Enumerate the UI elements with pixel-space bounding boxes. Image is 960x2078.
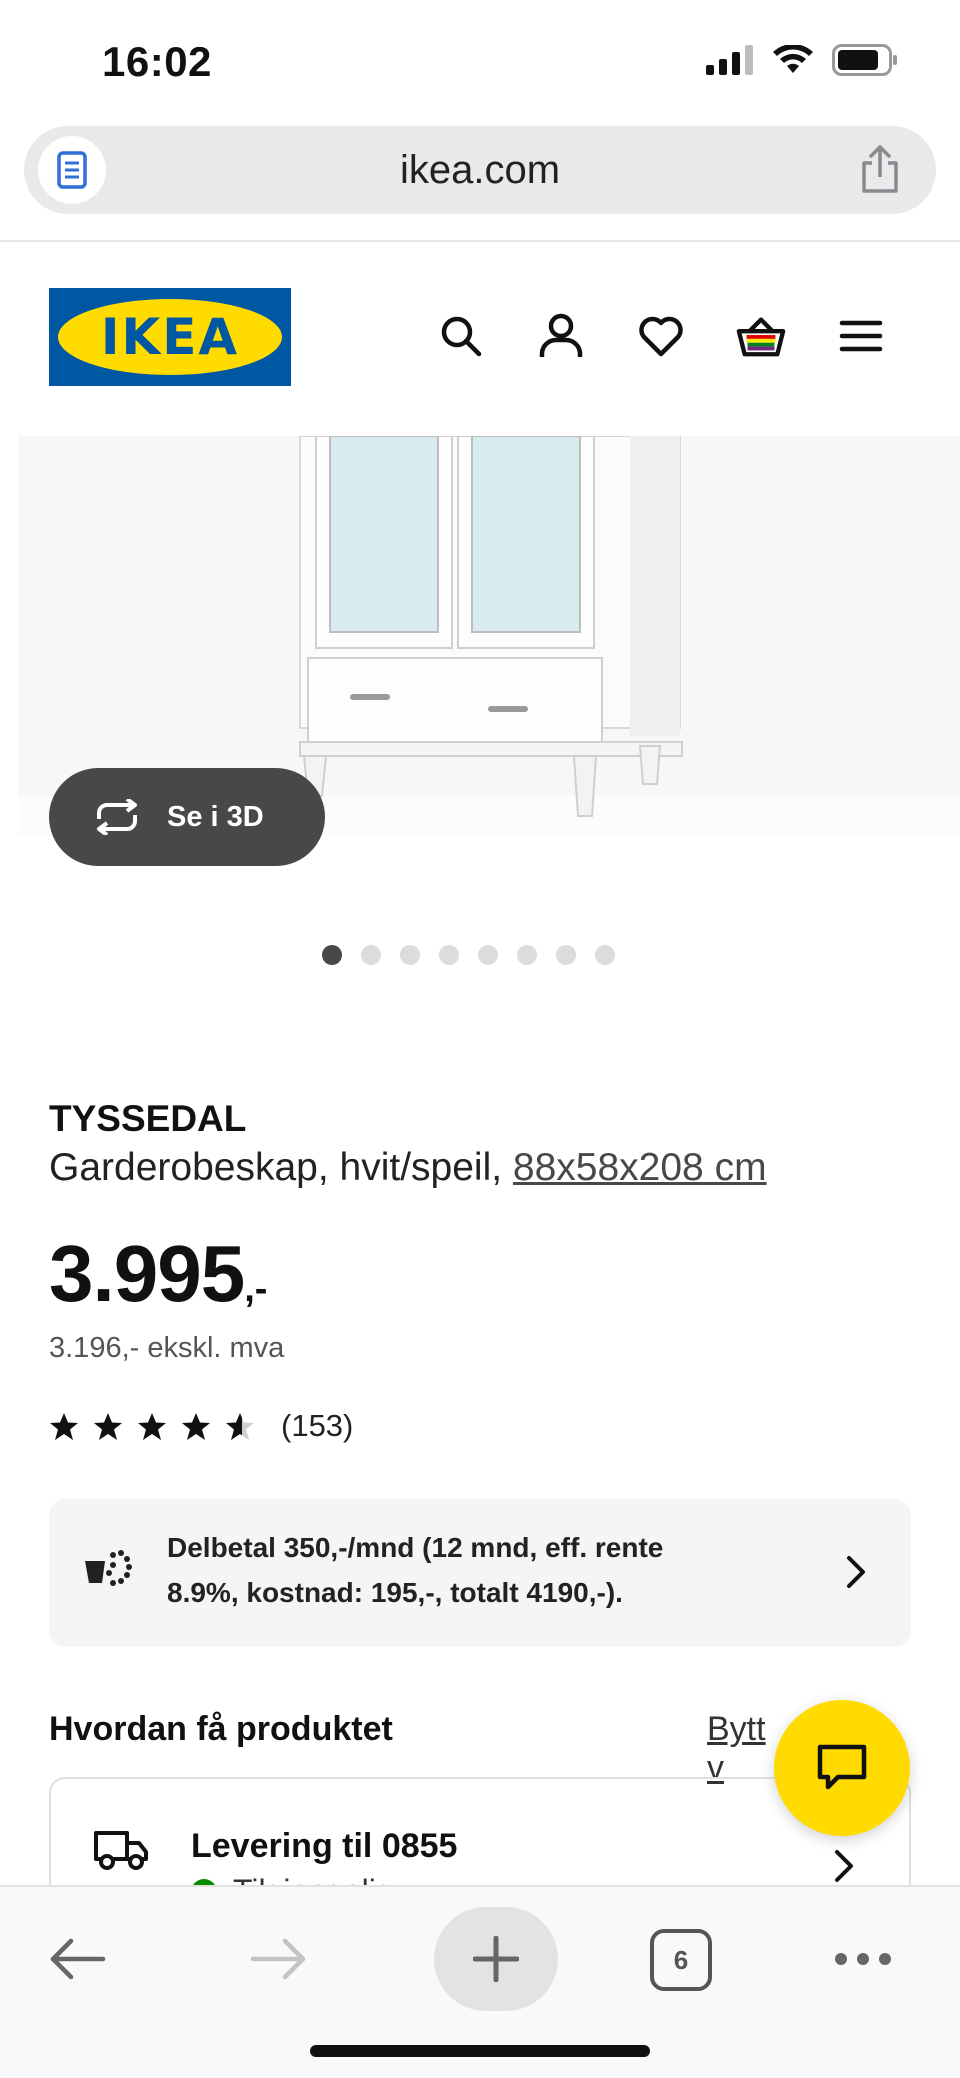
status-icons (706, 44, 898, 76)
product-dimensions-link[interactable]: 88x58x208 cm (513, 1146, 767, 1189)
view-3d-label: Se i 3D (167, 800, 264, 833)
home-indicator (310, 2045, 650, 2057)
star-icon (182, 1412, 210, 1440)
gallery-dot[interactable] (321, 945, 342, 965)
star-icon (138, 1412, 166, 1440)
account-button[interactable] (536, 306, 586, 366)
arrow-right-icon (250, 1938, 306, 1980)
rating-stars (49, 1412, 255, 1441)
gallery-dot[interactable] (438, 945, 459, 965)
price-suffix: ,- (244, 1268, 268, 1310)
more-icon (835, 1953, 891, 1965)
gallery-pagination (0, 945, 948, 965)
search-button[interactable] (436, 306, 486, 366)
favourites-button[interactable] (636, 306, 686, 366)
part-payment-banner[interactable]: Delbetal 350,-/mnd (12 mnd, eff. rente 8… (49, 1499, 911, 1647)
chevron-right-icon (847, 1556, 865, 1588)
price-ex-vat: 3.196,- ekskl. mva (49, 1332, 285, 1364)
menu-button[interactable] (836, 306, 886, 366)
status-bar: 16:02 (0, 0, 960, 120)
truck-icon (94, 1831, 148, 1870)
payment-icon (85, 1550, 132, 1586)
more-button[interactable] (832, 1909, 894, 2009)
share-icon (862, 145, 898, 193)
chat-button[interactable] (774, 1700, 910, 1836)
part-payment-text: Delbetal 350,-/mnd (12 mnd, eff. rente 8… (167, 1525, 767, 1615)
logo-text: IKEA (100, 308, 240, 366)
logo-oval: IKEA (58, 299, 282, 375)
gallery-dot[interactable] (399, 945, 420, 965)
signal-icon (706, 45, 753, 75)
ikea-logo[interactable]: IKEA (49, 288, 291, 386)
product-description: Garderobeskap, hvit/speil, 88x58x208 cm (49, 1146, 767, 1190)
gallery-dot[interactable] (555, 945, 576, 965)
gallery-dot[interactable] (516, 945, 537, 965)
chat-icon (817, 1744, 867, 1790)
forward-button[interactable] (238, 1909, 318, 2009)
product-type: Garderobeskap, hvit/speil, (49, 1146, 503, 1189)
wifi-icon (773, 45, 813, 73)
plus-icon (473, 1936, 519, 1982)
view-3d-button[interactable]: Se i 3D (49, 768, 325, 866)
star-half-icon (226, 1412, 254, 1440)
product-rating[interactable]: (153) (49, 1408, 353, 1444)
part-payment-line2: 8.9%, kostnad: 195,-, totalt 4190,-). (167, 1577, 623, 1608)
basket-button[interactable] (736, 306, 786, 366)
divider (0, 240, 960, 242)
rotate-3d-icon (97, 799, 137, 835)
battery-icon (832, 44, 897, 76)
arrow-left-icon (50, 1938, 106, 1980)
gallery-dot[interactable] (360, 945, 381, 965)
chevron-right-icon (835, 1850, 853, 1882)
status-time: 16:02 (102, 38, 212, 85)
header-icons (436, 306, 886, 366)
gallery-dot[interactable] (594, 945, 615, 965)
search-icon (441, 316, 482, 357)
fulfilment-title: Hvordan få produktet (49, 1710, 393, 1748)
heart-icon (639, 316, 683, 357)
product-price: 3.995,- (49, 1228, 267, 1320)
star-icon (50, 1412, 78, 1440)
address-bar[interactable]: ikea.com (24, 126, 936, 214)
rating-count[interactable]: (153) (281, 1408, 353, 1444)
delivery-title: Levering til 0855 (191, 1827, 458, 1865)
share-button[interactable] (854, 144, 906, 196)
product-name: TYSSEDAL (49, 1098, 247, 1139)
price-main: 3.995 (49, 1229, 245, 1318)
star-icon (94, 1412, 122, 1440)
url-text[interactable]: ikea.com (24, 148, 936, 193)
new-tab-button[interactable] (434, 1907, 558, 2011)
back-button[interactable] (38, 1909, 118, 2009)
part-payment-line1: Delbetal 350,-/mnd (12 mnd, eff. rente (167, 1532, 664, 1563)
menu-icon (839, 320, 883, 352)
basket-icon (736, 317, 786, 357)
gallery-dot[interactable] (477, 945, 498, 965)
tabs-button[interactable]: 6 (650, 1929, 712, 1991)
account-icon (539, 313, 583, 357)
